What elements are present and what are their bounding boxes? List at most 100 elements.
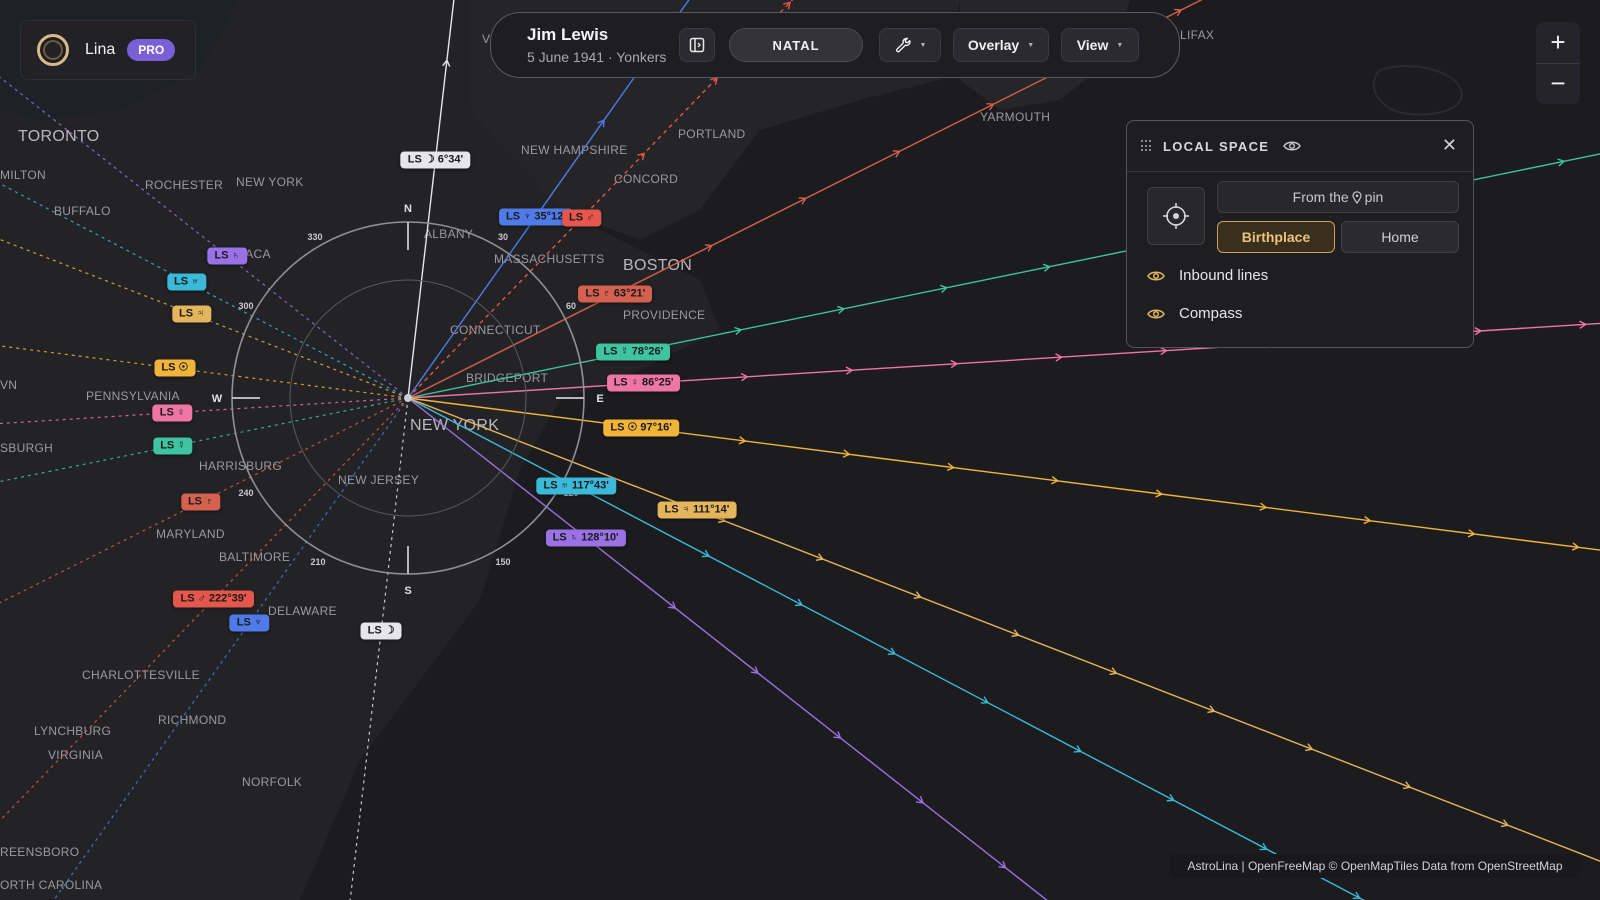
eye-icon: [1147, 271, 1165, 280]
ls-label-saturn[interactable]: LS ♄ 128°10': [545, 529, 626, 547]
map-pin-icon: [1352, 190, 1362, 204]
map-label-buffalo: BUFFALO: [54, 204, 111, 218]
person-name: Jim Lewis: [527, 25, 609, 44]
crosshair-icon: [1163, 203, 1189, 229]
compass-tick-150: 150: [495, 557, 510, 567]
lina-logo-icon: [37, 34, 69, 66]
compass-letter-s: S: [404, 585, 411, 597]
ls-label-uranus[interactable]: LS ♅ 117°43': [536, 477, 616, 495]
map-label-baltimore: BALTIMORE: [219, 550, 290, 564]
map-label-providence: PROVIDENCE: [623, 308, 705, 322]
ls-label-uranus-back[interactable]: LS ♅: [167, 273, 207, 291]
panel-header: LOCAL SPACE ✕: [1127, 121, 1473, 172]
brand-name: Lina: [85, 41, 116, 58]
view-label: View: [1076, 37, 1109, 53]
pin-target-button[interactable]: [1147, 187, 1205, 245]
view-dropdown[interactable]: View ▼: [1061, 28, 1139, 62]
from-suffix: pin: [1364, 189, 1384, 205]
map-label-yarmouth: YARMOUTH: [980, 110, 1050, 124]
map-label-lynchburg: LYNCHBURG: [34, 724, 111, 738]
ls-label-moon[interactable]: LS ☽ 6°34': [400, 151, 471, 169]
map-label-charlottesville: CHARLOTTESVILLE: [82, 668, 200, 682]
compass-letter-e: E: [596, 393, 603, 405]
map-label-concord: CONCORD: [614, 172, 678, 186]
chevron-down-icon: ▼: [919, 41, 927, 49]
chevron-down-icon: ▼: [1116, 41, 1124, 49]
overlay-label: Overlay: [967, 37, 1020, 53]
inbound-lines-toggle[interactable]: Inbound lines: [1147, 267, 1268, 284]
ls-label-sun-back[interactable]: LS ☉: [154, 359, 196, 377]
map-label-boston: BOSTON: [623, 257, 692, 274]
ls-line-jupiter: [407, 397, 1600, 862]
ls-line-uranus: [407, 397, 1365, 900]
map-label-richmond: RICHMOND: [158, 713, 226, 727]
map-label-new-hampshire: NEW HAMPSHIRE: [521, 143, 628, 157]
ls-label-moon-back[interactable]: LS ☽: [360, 622, 402, 640]
compass-letter-w: W: [212, 393, 223, 405]
ls-label-mars-back[interactable]: LS ♂ 222°39': [173, 590, 254, 608]
ls-label-venus-back[interactable]: LS ♀: [152, 404, 193, 422]
tools-dropdown[interactable]: ▼: [879, 28, 941, 62]
eye-icon: [1147, 309, 1165, 318]
ls-label-pluto-back[interactable]: LS ♇: [180, 493, 221, 511]
local-space-panel: LOCAL SPACE ✕ From the pin Birthplace Ho…: [1126, 120, 1474, 348]
map-label-greensboro: REENSBORO: [0, 845, 79, 859]
map-label-connecticut: CONNECTICUT: [450, 323, 541, 337]
birthplace-toggle[interactable]: Birthplace: [1217, 221, 1335, 253]
compass-label: Compass: [1179, 305, 1243, 322]
ls-label-mercury[interactable]: LS ☿ 78°26': [596, 343, 671, 361]
compass-tick-240: 240: [238, 488, 253, 498]
ls-label-jupiter-back[interactable]: LS ♃: [172, 305, 212, 323]
compass-toggle[interactable]: Compass: [1147, 305, 1242, 322]
compass-letter-n: N: [404, 203, 412, 215]
birthplace-pin: [404, 394, 412, 402]
map-label-norfolk: NORFOLK: [242, 775, 302, 789]
person-info[interactable]: Jim Lewis 5 June 1941 · Yonkers: [527, 25, 677, 65]
map-label-delaware: DELAWARE: [268, 604, 337, 618]
map-label-north-carolina: ORTH CAROLINA: [0, 878, 102, 892]
ls-label-venus[interactable]: LS ♀ 86°25': [606, 374, 681, 392]
chevron-down-icon: ▼: [1027, 41, 1035, 49]
map-label-albany: ALBANY: [424, 227, 473, 241]
close-icon[interactable]: ✕: [1442, 135, 1457, 156]
compass-tick-60: 60: [566, 301, 576, 311]
map-label-wn: VN: [0, 378, 17, 392]
ls-label-neptune-back[interactable]: LS ♆: [229, 614, 270, 632]
natal-mode-button[interactable]: NATAL: [729, 28, 863, 62]
compass-tick-330: 330: [307, 232, 322, 242]
sidebar-toggle-icon: [689, 37, 705, 53]
sidebar-toggle-button[interactable]: [679, 28, 715, 62]
from-pin-button[interactable]: From the pin: [1217, 181, 1459, 213]
ls-label-mars[interactable]: LS ♂: [561, 209, 602, 227]
drag-handle-icon[interactable]: [1141, 140, 1153, 152]
compass-tick-210: 210: [310, 557, 325, 567]
map-label-milton: MILTON: [0, 168, 46, 182]
map-label-pittsburgh: SBURGH: [0, 441, 53, 455]
overlay-dropdown[interactable]: Overlay ▼: [953, 28, 1049, 62]
map-attribution[interactable]: AstroLina | OpenFreeMap © OpenMapTiles D…: [1170, 854, 1580, 878]
ls-label-jupiter[interactable]: LS ♃ 111°14': [657, 501, 737, 519]
wrench-icon: [895, 37, 911, 53]
pro-badge: PRO: [127, 39, 176, 61]
ls-label-mercury-back[interactable]: LS ☿: [153, 437, 193, 455]
compass-tick-30: 30: [498, 232, 508, 242]
brand-card[interactable]: Lina PRO: [20, 20, 196, 80]
eye-icon[interactable]: [1283, 140, 1302, 152]
person-birth-info: 5 June 1941 · Yonkers: [527, 49, 667, 65]
chart-toolbar: Jim Lewis 5 June 1941 · Yonkers NATAL ▼ …: [490, 12, 1180, 78]
map-label-pennsylvania: PENNSYLVANIA: [86, 389, 180, 403]
home-toggle[interactable]: Home: [1341, 221, 1459, 253]
map-label-virginia: VIRGINIA: [48, 748, 103, 762]
zoom-in-button[interactable]: +: [1536, 22, 1580, 63]
map-label-rochester: ROCHESTER: [145, 178, 223, 192]
ls-label-sun[interactable]: LS ☉ 97°16': [603, 419, 679, 437]
zoom-control: + −: [1536, 22, 1580, 104]
map-label-toronto: TORONTO: [18, 128, 100, 145]
compass-tick-300: 300: [238, 301, 253, 311]
ls-label-pluto[interactable]: LS ♇ 63°21': [578, 285, 653, 303]
map-label-new-york-city: NEW YORK: [410, 417, 499, 434]
from-prefix: From the: [1292, 189, 1349, 205]
ls-label-saturn-back[interactable]: LS ♄: [207, 247, 247, 265]
panel-title: LOCAL SPACE: [1163, 138, 1270, 154]
zoom-out-button[interactable]: −: [1536, 64, 1580, 105]
